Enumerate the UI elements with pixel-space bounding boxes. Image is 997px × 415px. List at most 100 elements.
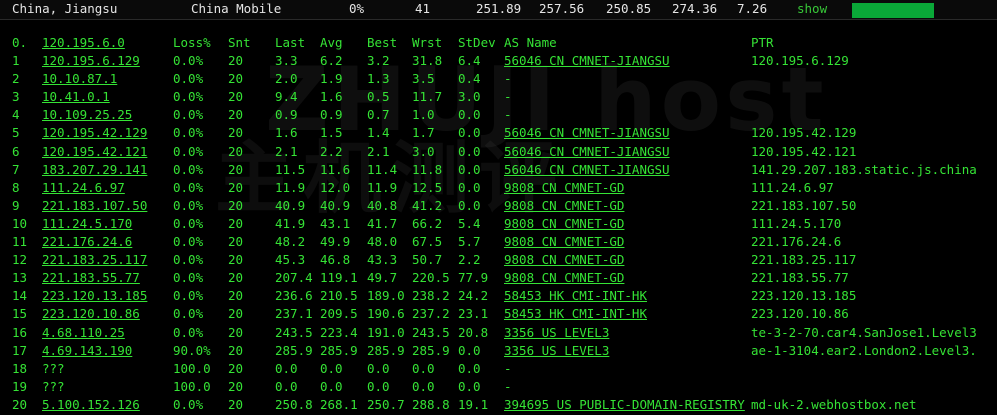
table-row: 8 111.24.6.97 0.0% 20 11.9 12.0 11.9 12.5 0.0 980… (0, 179, 997, 197)
col-host[interactable]: 120.195.6.0 (42, 34, 125, 52)
cell-wrst: 288.8 (412, 396, 450, 412)
cell-loss: 0.0% (173, 197, 204, 213)
cell-as[interactable]: 394695 US PUBLIC-DOMAIN-REGISTRY (504, 396, 745, 414)
cell-best: 190.6 (367, 306, 405, 322)
table-row: 20 5.100.152.126 0.0% 20 250.8 268.1 250.7 288.… (0, 396, 997, 414)
cell-loss: 0.0% (173, 143, 204, 159)
cell-best: 3.2 (367, 53, 390, 68)
cell-ptr: 120.195.42.129 (751, 125, 857, 141)
cell-host[interactable]: 223.120.10.86 (42, 305, 140, 323)
table-row: 14 223.120.13.185 0.0% 20 236.6 210.5 189.0 238… (0, 287, 997, 305)
table-row: 9 221.183.107.50 0.0% 20 40.9 40.9 40.8 41.2 0.0… (0, 197, 997, 215)
table-row: 15 223.120.10.86 0.0% 20 237.1 209.5 190.6 237.… (0, 305, 997, 323)
cell-snt: 20 (228, 396, 244, 412)
cell-last: 3.3 (275, 53, 298, 68)
cell-snt: 20 (228, 306, 244, 322)
col-snt: Snt (228, 35, 251, 50)
cell-idx: 1 (12, 53, 20, 68)
col-avg: Avg (320, 35, 343, 50)
show-link[interactable]: show (797, 1, 827, 17)
cell-avg: 1.5 (320, 125, 343, 141)
cell-idx: 13 (12, 270, 28, 286)
cell-host[interactable]: 221.183.107.50 (42, 197, 147, 215)
cell-best: 40.8 (367, 197, 398, 213)
cell-last: 41.9 (275, 215, 306, 231)
cell-stdev: 20.8 (458, 324, 489, 340)
cell-host[interactable]: 223.120.13.185 (42, 287, 147, 305)
cell-wrst: 67.5 (412, 234, 443, 249)
cell-ptr: 120.195.6.129 (751, 53, 849, 68)
cell-as[interactable]: 56046 CN CMNET-JIANGSU (504, 124, 670, 142)
cell-host[interactable]: 183.207.29.141 (42, 161, 147, 179)
cell-host[interactable]: 221.176.24.6 (42, 233, 132, 251)
cell-host[interactable]: 4.68.110.25 (42, 324, 125, 342)
cell-as[interactable]: 9808 CN CMNET-GD (504, 233, 624, 251)
cell-as[interactable]: 58453 HK CMI-INT-HK (504, 305, 647, 323)
cell-host[interactable]: 5.100.152.126 (42, 396, 140, 414)
cell-ptr: 111.24.5.170 (751, 215, 842, 231)
cell-stdev: 3.0 (458, 89, 481, 105)
cell-stdev: 0.4 (458, 71, 481, 87)
table-row: 18??? 100.0 20 0.0 0.0 0.0 0.0 0.0 - (0, 360, 997, 378)
cell-host[interactable]: 111.24.5.170 (42, 215, 132, 233)
cell-ptr: 221.183.55.77 (751, 270, 849, 286)
cell-avg: 1.6 (320, 89, 343, 105)
cell-idx: 4 (12, 107, 20, 123)
cell-avg: 6.2 (320, 53, 343, 68)
cell-as[interactable]: 3356 US LEVEL3 (504, 342, 609, 360)
cell-last: 0.0 (275, 378, 298, 394)
cell-as[interactable]: 56046 CN CMNET-JIANGSU (504, 52, 670, 70)
cell-as[interactable]: 9808 CN CMNET-GD (504, 215, 624, 233)
cell-host[interactable]: 120.195.6.129 (42, 52, 140, 70)
cell-loss: 0.0% (173, 270, 204, 286)
cell-as[interactable]: 58453 HK CMI-INT-HK (504, 287, 647, 305)
cell-avg: 2.2 (320, 143, 343, 159)
cell-best: 1.4 (367, 125, 390, 141)
table-row: 7 183.207.29.141 0.0% 20 11.5 11.6 11.4 11.8 0.0… (0, 161, 997, 179)
cell-as[interactable]: 9808 CN CMNET-GD (504, 269, 624, 287)
cell-wrst: 12.5 (412, 179, 443, 195)
cell-last: 2.1 (275, 143, 298, 159)
cell-ptr: 120.195.42.121 (751, 143, 857, 159)
cell-loss: 0.0% (173, 396, 204, 412)
mtr-terminal: China, Jiangsu China Mobile 0% 41 251.89… (0, 0, 997, 415)
cell-as[interactable]: 9808 CN CMNET-GD (504, 197, 624, 215)
cell-as[interactable]: 9808 CN CMNET-GD (504, 179, 624, 197)
cell-wrst: 3.0 (412, 143, 435, 159)
cell-host[interactable]: 10.109.25.25 (42, 106, 132, 124)
cell-as[interactable]: 9808 CN CMNET-GD (504, 251, 624, 269)
cell-as[interactable]: 3356 US LEVEL3 (504, 324, 609, 342)
cell-host[interactable]: 221.183.25.117 (42, 251, 147, 269)
cell-wrst: 66.2 (412, 215, 443, 231)
cell-best: 0.0 (367, 378, 390, 394)
cell-host[interactable]: 111.24.6.97 (42, 179, 125, 197)
cell-as: - (504, 107, 512, 123)
cell-wrst: 50.7 (412, 252, 443, 268)
cell-host[interactable]: 10.10.87.1 (42, 70, 117, 88)
cell-host[interactable]: 221.183.55.77 (42, 269, 140, 287)
cell-loss: 0.0% (173, 324, 204, 340)
cell-best: 0.0 (367, 360, 390, 376)
col-stdev: StDev (458, 35, 496, 50)
cell-host[interactable]: 10.41.0.1 (42, 88, 110, 106)
cell-last: 40.9 (275, 197, 306, 213)
cell-ptr: 221.183.25.117 (751, 252, 857, 268)
cell-host[interactable]: 120.195.42.129 (42, 124, 147, 142)
cell-as: - (504, 89, 512, 105)
cell-ptr: 223.120.10.86 (751, 306, 849, 322)
cell-snt: 20 (228, 161, 244, 177)
cell-avg: 12.0 (320, 179, 351, 195)
cell-as: - (504, 378, 512, 394)
cell-snt: 20 (228, 252, 244, 268)
cell-as[interactable]: 56046 CN CMNET-JIANGSU (504, 143, 670, 161)
cell-host: ??? (42, 360, 65, 376)
cell-stdev: 24.2 (458, 288, 489, 304)
cell-as[interactable]: 56046 CN CMNET-JIANGSU (504, 161, 670, 179)
cell-host[interactable]: 120.195.42.121 (42, 143, 147, 161)
cell-wrst: 285.9 (412, 342, 450, 358)
cell-idx: 10 (12, 215, 28, 231)
cell-host[interactable]: 4.69.143.190 (42, 342, 132, 360)
table-row: 12 221.183.25.117 0.0% 20 45.3 46.8 43.3 50.7 2.… (0, 251, 997, 269)
cell-snt: 20 (228, 342, 244, 358)
cell-stdev: 19.1 (458, 396, 489, 412)
